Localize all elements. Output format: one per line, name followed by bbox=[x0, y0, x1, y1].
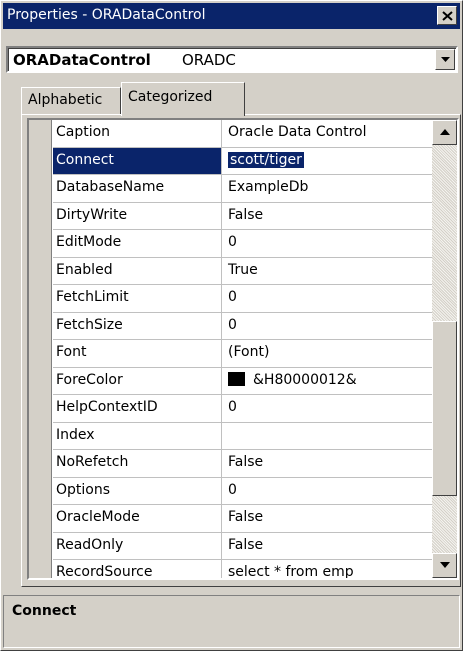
color-swatch bbox=[228, 371, 245, 386]
property-name[interactable]: DatabaseName bbox=[53, 175, 222, 202]
property-value[interactable]: 0 bbox=[224, 230, 424, 257]
property-row[interactable]: ReadOnly False bbox=[53, 532, 453, 560]
property-value[interactable]: True bbox=[224, 258, 424, 285]
property-name[interactable]: FetchLimit bbox=[53, 285, 222, 312]
property-rows: Caption Oracle Data Control Connect scott/t… bbox=[53, 120, 453, 580]
property-value-text: (Font) bbox=[228, 344, 270, 360]
close-button[interactable] bbox=[437, 6, 457, 25]
property-row[interactable]: HelpContextID 0 bbox=[53, 395, 453, 423]
property-value[interactable]: select * from emp bbox=[224, 560, 424, 580]
property-value-text: 0 bbox=[228, 481, 237, 498]
scroll-down-button[interactable] bbox=[432, 553, 457, 578]
property-name[interactable]: ReadOnly bbox=[53, 532, 222, 559]
property-row[interactable]: Font (Font) bbox=[53, 340, 453, 368]
property-value[interactable]: 0 bbox=[224, 478, 424, 505]
object-type: ORADC bbox=[182, 51, 236, 69]
property-name[interactable]: NoRefetch bbox=[53, 450, 222, 477]
property-value-text: select * from emp bbox=[228, 564, 354, 580]
property-value[interactable]: (Font) bbox=[224, 340, 424, 367]
title-bar[interactable]: Properties - ORADataControl bbox=[3, 3, 460, 29]
property-row[interactable]: EditMode 0 bbox=[53, 230, 453, 258]
property-row[interactable]: Options 0 bbox=[53, 477, 453, 505]
property-value[interactable]: ExampleDb bbox=[224, 175, 424, 202]
property-value[interactable]: Oracle Data Control bbox=[224, 120, 424, 147]
scroll-up-button[interactable] bbox=[432, 120, 457, 145]
property-value-text: False bbox=[228, 536, 264, 553]
property-value[interactable]: False bbox=[224, 450, 424, 477]
chevron-down-icon bbox=[441, 57, 450, 62]
property-value[interactable]: False bbox=[224, 505, 424, 532]
property-row[interactable]: FetchSize 0 bbox=[53, 312, 453, 340]
property-value-text: False bbox=[228, 509, 264, 525]
property-row[interactable]: DirtyWrite False bbox=[53, 202, 453, 230]
property-name[interactable]: Enabled bbox=[53, 257, 222, 284]
property-value-text: &H80000012& bbox=[253, 371, 357, 388]
property-row[interactable]: RecordSource select * from emp bbox=[53, 560, 453, 580]
property-name[interactable]: Font bbox=[53, 340, 222, 367]
property-value[interactable]: 0 bbox=[224, 285, 424, 312]
property-name[interactable]: RecordSource bbox=[53, 560, 222, 578]
property-value-text: False bbox=[228, 454, 264, 470]
property-value[interactable]: False bbox=[224, 533, 424, 560]
property-row[interactable]: OracleMode False bbox=[53, 505, 453, 533]
tab-alphabetic[interactable]: Alphabetic bbox=[21, 87, 121, 114]
property-value-text: 0 bbox=[228, 234, 237, 250]
object-dropdown-button[interactable] bbox=[435, 49, 455, 70]
property-value-text: scott/tiger bbox=[228, 151, 304, 168]
window-title: Properties - ORADataControl bbox=[7, 7, 206, 23]
property-name[interactable]: ForeColor bbox=[53, 367, 222, 394]
object-name: ORADataControl bbox=[13, 51, 151, 69]
property-value-text: 0 bbox=[228, 399, 237, 415]
property-name[interactable]: DirtyWrite bbox=[53, 202, 222, 229]
property-grid: Caption Oracle Data Control Connect scott/t… bbox=[27, 118, 459, 580]
property-row[interactable]: NoRefetch False bbox=[53, 450, 453, 478]
property-row[interactable]: Caption Oracle Data Control bbox=[53, 120, 453, 148]
properties-window: Properties - ORADataControl ORADataContr… bbox=[0, 0, 463, 651]
property-value-text: True bbox=[228, 261, 258, 278]
property-value-text: ExampleDb bbox=[228, 179, 309, 195]
property-name[interactable]: Index bbox=[53, 422, 222, 449]
description-title: Connect bbox=[12, 603, 77, 619]
property-row[interactable]: Connect scott/tiger bbox=[53, 147, 453, 175]
vertical-scrollbar[interactable] bbox=[432, 120, 457, 578]
property-value[interactable]: 0 bbox=[224, 395, 424, 422]
grid-gutter bbox=[29, 120, 52, 578]
property-value[interactable]: scott/tiger bbox=[224, 148, 424, 175]
description-pane: Connect bbox=[3, 595, 460, 648]
property-value[interactable]: &H80000012& bbox=[224, 368, 424, 395]
property-name[interactable]: FetchSize bbox=[53, 312, 222, 339]
property-name[interactable]: Options bbox=[53, 477, 222, 504]
property-name[interactable]: EditMode bbox=[53, 230, 222, 257]
tab-categorized[interactable]: Categorized bbox=[121, 82, 245, 116]
arrow-up-icon bbox=[440, 129, 450, 135]
property-value-text: 0 bbox=[228, 316, 237, 333]
property-value[interactable]: False bbox=[224, 203, 424, 230]
property-row[interactable]: DatabaseName ExampleDb bbox=[53, 175, 453, 203]
property-row[interactable]: FetchLimit 0 bbox=[53, 285, 453, 313]
property-value-text: Oracle Data Control bbox=[228, 124, 367, 140]
property-name[interactable]: Caption bbox=[53, 120, 222, 147]
property-value-text: 0 bbox=[228, 289, 237, 305]
property-value[interactable] bbox=[224, 423, 424, 450]
property-value-text: False bbox=[228, 206, 264, 223]
property-name[interactable]: Connect bbox=[53, 147, 222, 174]
property-value[interactable]: 0 bbox=[224, 313, 424, 340]
arrow-down-icon bbox=[440, 562, 450, 568]
property-row[interactable]: Enabled True bbox=[53, 257, 453, 285]
object-selector[interactable]: ORADataControl ORADC bbox=[6, 46, 458, 73]
property-name[interactable]: OracleMode bbox=[53, 505, 222, 532]
property-name[interactable]: HelpContextID bbox=[53, 395, 222, 422]
property-row[interactable]: Index bbox=[53, 422, 453, 450]
close-icon bbox=[442, 11, 453, 21]
scroll-thumb[interactable] bbox=[432, 321, 457, 496]
property-row[interactable]: ForeColor &H80000012& bbox=[53, 367, 453, 395]
